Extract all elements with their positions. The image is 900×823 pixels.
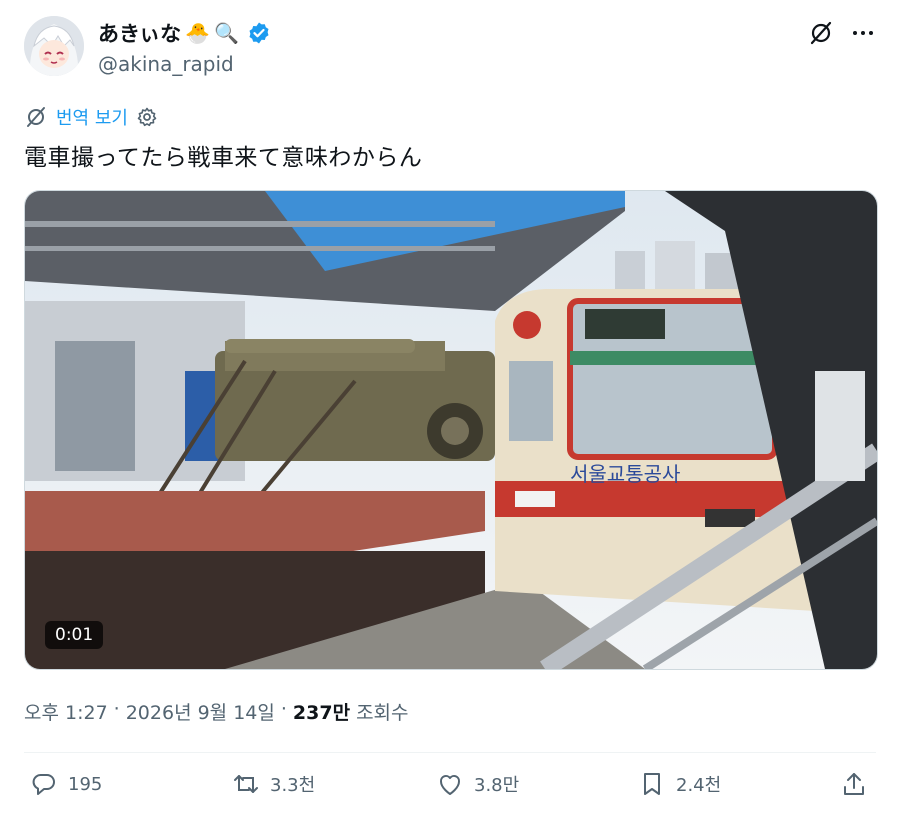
bookmark-count: 2.4천 <box>676 775 722 796</box>
video-player[interactable]: 서울교통공사 0:01 <box>24 190 878 670</box>
magnifier-emoji-icon: 🔍 <box>214 21 239 45</box>
grok-translate-icon <box>27 107 45 127</box>
views-label: 조회수 <box>356 702 409 724</box>
retweet-count: 3.3천 <box>270 775 316 796</box>
reply-count: 195 <box>68 773 103 795</box>
like-count: 3.8만 <box>474 775 520 796</box>
tweet-text: 電車撮ってたら戦車来て意味わからん <box>24 145 423 171</box>
tweet-meta: 오후 1:27 · 2026년 9월 14일 · 237만 조회수 <box>24 698 409 725</box>
retweet-button[interactable]: 3.3천 <box>232 770 315 798</box>
grok-icon[interactable] <box>808 20 834 46</box>
chick-emoji-icon: 🐣 <box>185 21 211 45</box>
meta-separator-2: · <box>280 698 287 720</box>
verified-badge-icon[interactable] <box>247 21 271 45</box>
reply-button[interactable]: 195 <box>30 770 102 798</box>
share-icon <box>844 773 864 795</box>
video-frame: 서울교통공사 <box>25 191 877 669</box>
display-name[interactable]: あきぃな <box>98 18 181 48</box>
train-sign-text: 서울교통공사 <box>570 462 680 486</box>
translate-row: 번역 보기 <box>24 104 158 130</box>
views-count: 237만 <box>292 702 351 724</box>
retweet-icon <box>234 775 258 793</box>
bookmark-button[interactable]: 2.4천 <box>638 770 721 798</box>
author-handle[interactable]: @akina_rapid <box>98 52 234 76</box>
more-options-icon[interactable] <box>850 20 876 46</box>
gear-icon[interactable] <box>136 106 158 128</box>
video-duration: 0:01 <box>45 621 104 649</box>
tweet-time[interactable]: 오후 1:27 <box>24 698 108 725</box>
heart-icon <box>440 774 460 795</box>
like-button[interactable]: 3.8만 <box>436 770 519 798</box>
translate-link[interactable]: 번역 보기 <box>56 104 128 130</box>
avatar[interactable] <box>24 16 84 76</box>
share-button[interactable] <box>840 770 868 798</box>
divider <box>24 752 876 753</box>
author-name-row[interactable]: あきぃな 🐣 🔍 <box>98 18 271 48</box>
meta-separator: · <box>113 698 120 720</box>
reply-icon <box>32 774 55 795</box>
bookmark-icon <box>644 773 660 795</box>
tweet-date[interactable]: 2026년 9월 14일 <box>126 698 275 725</box>
